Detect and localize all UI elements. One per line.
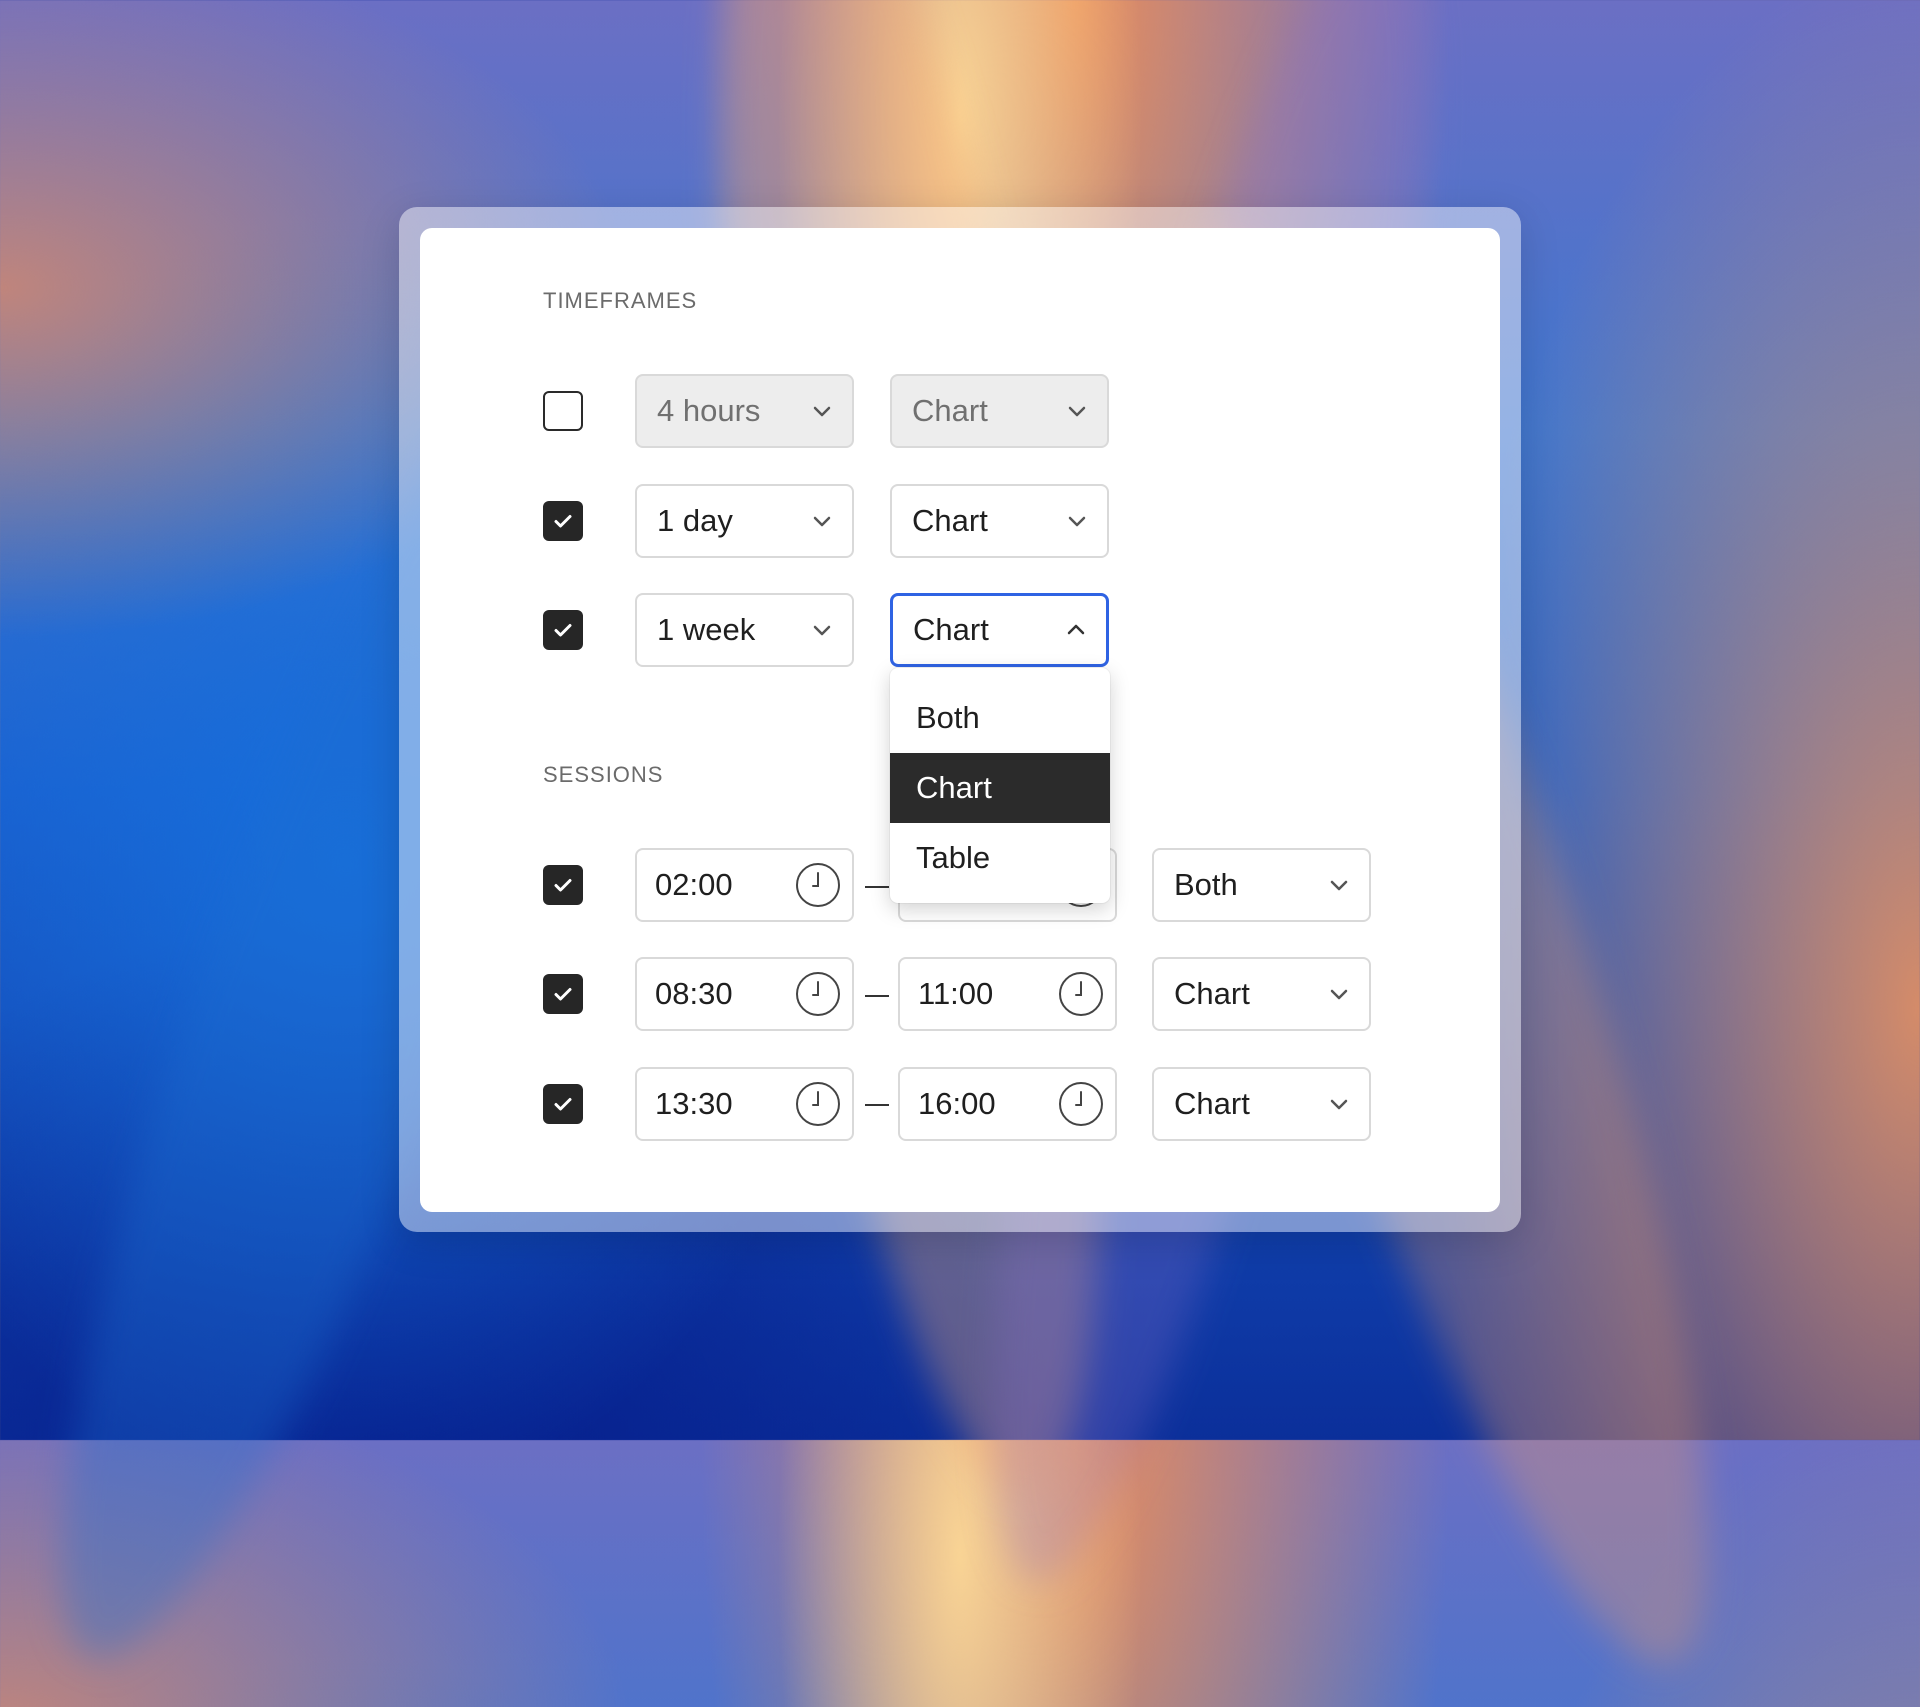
time-value: 08:30 bbox=[655, 976, 733, 1011]
checkmark-icon bbox=[554, 1098, 572, 1111]
session-3-view-select[interactable]: Chart bbox=[1152, 1067, 1371, 1141]
chevron-down-icon bbox=[813, 406, 831, 417]
chevron-down-icon bbox=[1068, 516, 1086, 527]
time-value: 02:00 bbox=[655, 867, 733, 902]
view-value: Both bbox=[1174, 867, 1238, 902]
period-value: 4 hours bbox=[657, 393, 761, 428]
menu-option-chart[interactable]: Chart bbox=[890, 753, 1110, 823]
settings-panel: TIMEFRAMES 4 hours Chart 1 day Chart 1 w… bbox=[420, 228, 1500, 1212]
timeframe-4h-view-select[interactable]: Chart bbox=[890, 374, 1109, 448]
session-3-checkbox[interactable] bbox=[543, 1084, 583, 1124]
session-1-start-time[interactable]: 02:00 bbox=[635, 848, 854, 922]
range-dash bbox=[865, 1104, 889, 1106]
timeframe-1w-period-select[interactable]: 1 week bbox=[635, 593, 854, 667]
time-value: 11:00 bbox=[918, 976, 994, 1011]
view-value: Chart bbox=[1174, 976, 1250, 1011]
range-dash bbox=[865, 995, 889, 997]
view-value: Chart bbox=[1174, 1086, 1250, 1121]
time-value: 16:00 bbox=[918, 1086, 996, 1121]
clock-icon bbox=[1059, 1082, 1103, 1126]
checkmark-icon bbox=[554, 879, 572, 892]
timeframe-1w-checkbox[interactable] bbox=[543, 610, 583, 650]
timeframe-4h-period-select[interactable]: 4 hours bbox=[635, 374, 854, 448]
session-3-end-time[interactable]: 16:00 bbox=[898, 1067, 1117, 1141]
timeframe-4h-checkbox[interactable] bbox=[543, 391, 583, 431]
session-3-start-time[interactable]: 13:30 bbox=[635, 1067, 854, 1141]
chevron-up-icon bbox=[1067, 624, 1085, 635]
checkmark-icon bbox=[554, 988, 572, 1001]
period-value: 1 day bbox=[657, 503, 733, 538]
sessions-heading: SESSIONS bbox=[543, 762, 664, 787]
chevron-down-icon bbox=[1068, 406, 1086, 417]
chevron-down-icon bbox=[1330, 1099, 1348, 1110]
timeframe-1d-period-select[interactable]: 1 day bbox=[635, 484, 854, 558]
view-dropdown-menu: Both Chart Table bbox=[890, 668, 1110, 903]
chevron-down-icon bbox=[1330, 989, 1348, 1000]
view-value: Chart bbox=[912, 393, 988, 428]
timeframe-1d-checkbox[interactable] bbox=[543, 501, 583, 541]
timeframes-heading: TIMEFRAMES bbox=[543, 288, 698, 313]
timeframe-1w-view-select[interactable]: Chart bbox=[890, 593, 1109, 667]
checkmark-icon bbox=[554, 515, 572, 528]
session-2-checkbox[interactable] bbox=[543, 974, 583, 1014]
session-2-view-select[interactable]: Chart bbox=[1152, 957, 1371, 1031]
session-2-start-time[interactable]: 08:30 bbox=[635, 957, 854, 1031]
timeframe-1d-view-select[interactable]: Chart bbox=[890, 484, 1109, 558]
view-value: Chart bbox=[912, 503, 988, 538]
clock-icon bbox=[796, 1082, 840, 1126]
menu-option-table[interactable]: Table bbox=[890, 823, 1110, 893]
session-2-end-time[interactable]: 11:00 bbox=[898, 957, 1117, 1031]
clock-icon bbox=[1059, 972, 1103, 1016]
session-1-checkbox[interactable] bbox=[543, 865, 583, 905]
checkmark-icon bbox=[554, 624, 572, 637]
view-value: Chart bbox=[913, 612, 989, 647]
session-1-view-select[interactable]: Both bbox=[1152, 848, 1371, 922]
menu-option-both[interactable]: Both bbox=[890, 683, 1110, 753]
chevron-down-icon bbox=[1330, 880, 1348, 891]
chevron-down-icon bbox=[813, 516, 831, 527]
clock-icon bbox=[796, 863, 840, 907]
chevron-down-icon bbox=[813, 625, 831, 636]
period-value: 1 week bbox=[657, 612, 756, 647]
time-value: 13:30 bbox=[655, 1086, 733, 1121]
range-dash bbox=[865, 886, 889, 888]
clock-icon bbox=[796, 972, 840, 1016]
